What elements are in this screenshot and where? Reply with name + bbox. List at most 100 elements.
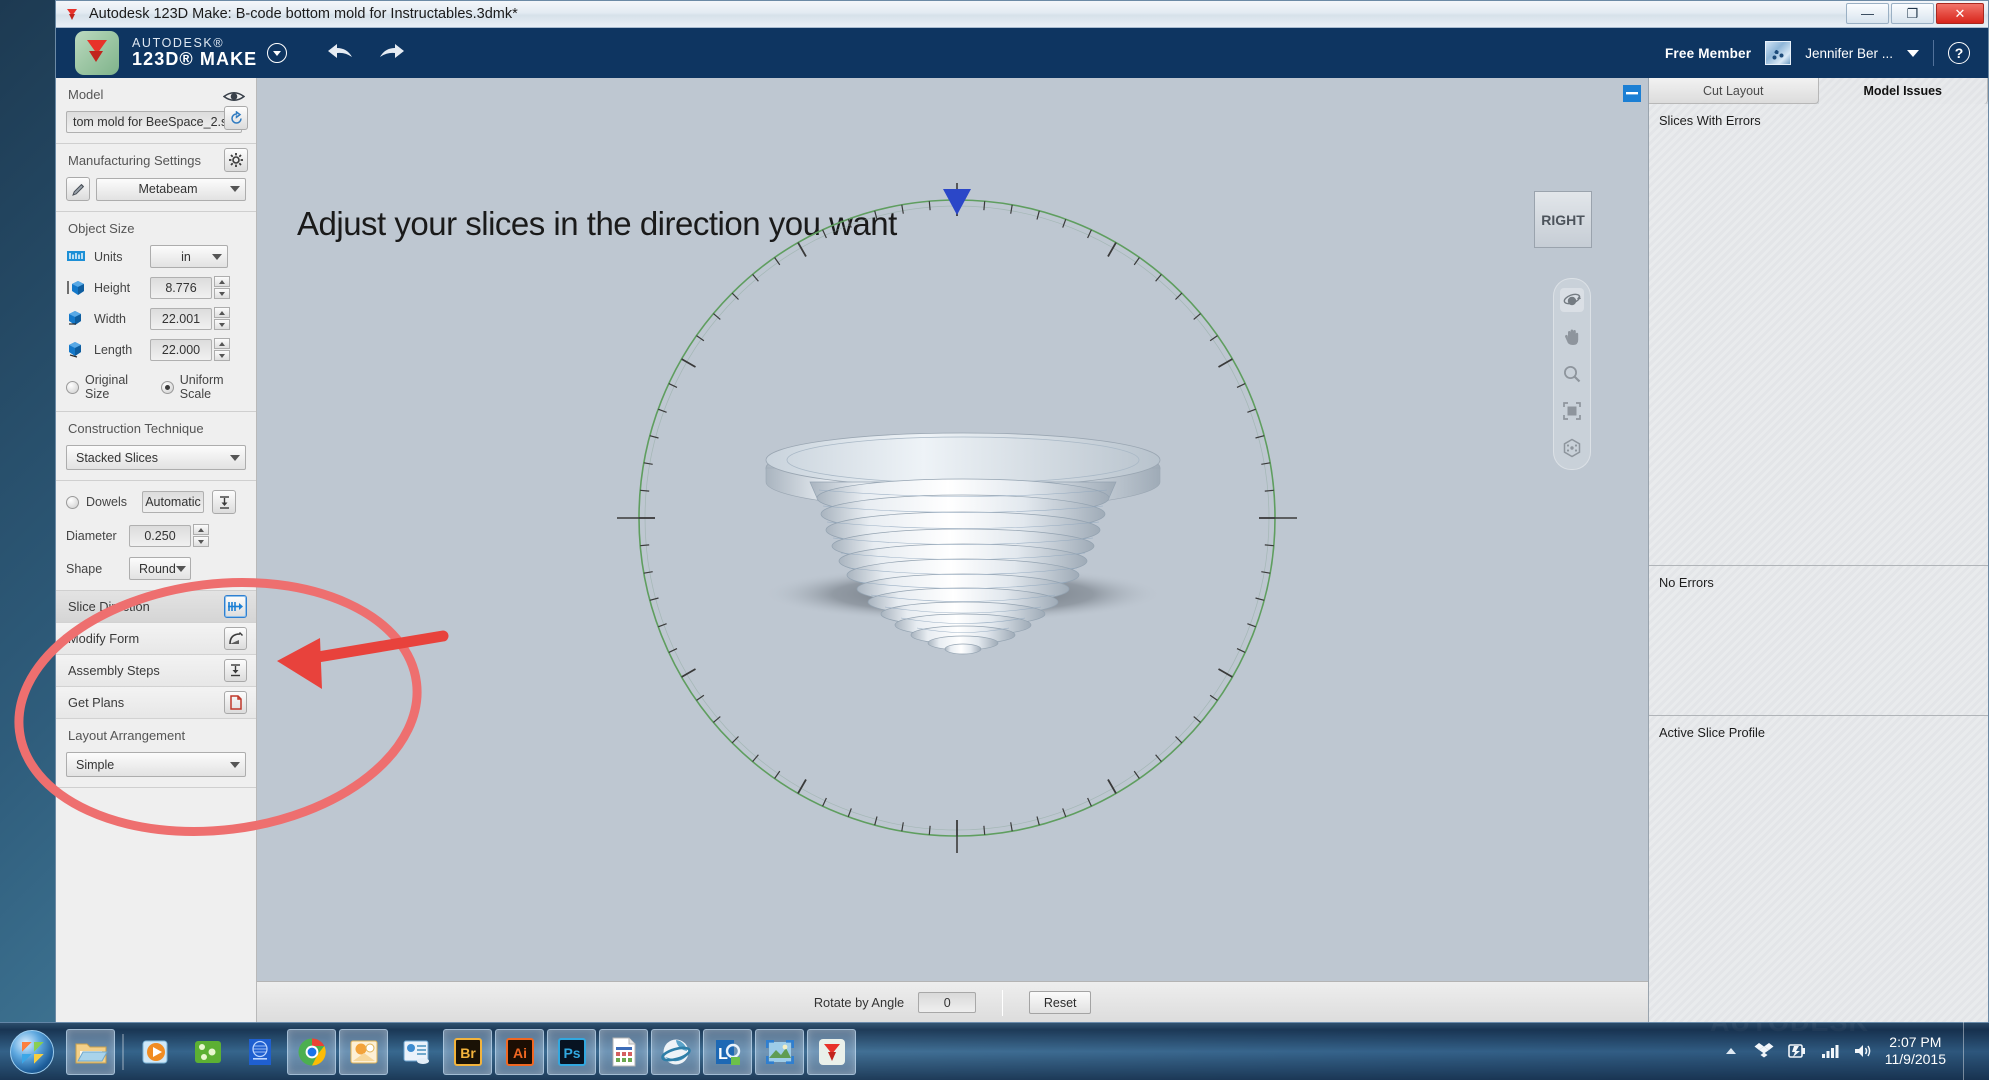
original-size-label: Original Size xyxy=(85,373,129,401)
diameter-label: Diameter xyxy=(66,528,117,543)
network-signal-icon[interactable] xyxy=(1819,1040,1841,1062)
taskbar-microsoft-outlook-icon[interactable] xyxy=(339,1028,388,1075)
system-tray: 2:07 PM 11/9/2015 xyxy=(1720,1022,1989,1080)
close-button[interactable]: ✕ xyxy=(1936,3,1984,24)
length-stepper[interactable] xyxy=(214,338,230,361)
brand-line-2: 123D® MAKE xyxy=(132,49,258,70)
username-label[interactable]: Jennifer Ber ... xyxy=(1805,46,1893,61)
length-decrement[interactable] xyxy=(214,350,230,361)
width-stepper[interactable] xyxy=(214,307,230,330)
taskbar-items: Br Ai Ps L xyxy=(66,1028,856,1075)
chevron-down-icon xyxy=(230,454,240,461)
slice-direction-icon[interactable] xyxy=(224,595,247,618)
taskbar-adobe-photoshop-icon[interactable]: Ps xyxy=(547,1028,596,1075)
diameter-stepper[interactable] xyxy=(193,524,209,547)
help-icon[interactable]: ? xyxy=(1948,42,1970,64)
width-row: Width 22.001 xyxy=(56,307,256,330)
volume-icon[interactable] xyxy=(1852,1040,1874,1062)
diameter-decrement[interactable] xyxy=(193,536,209,547)
battery-icon[interactable] xyxy=(1786,1040,1808,1062)
height-increment[interactable] xyxy=(214,276,230,287)
active-slice-profile-label: Active Slice Profile xyxy=(1659,725,1765,740)
original-size-radio[interactable] xyxy=(66,380,79,394)
account-area: Free Member Jennifer Ber ... ? xyxy=(1665,28,1970,78)
construction-technique-select[interactable]: Stacked Slices xyxy=(66,445,246,470)
account-chevron-down-icon[interactable] xyxy=(1907,49,1919,57)
sidebar-item-modify-form[interactable]: Modify Form xyxy=(56,623,256,655)
tab-model-issues[interactable]: Model Issues xyxy=(1818,78,1988,104)
rotation-angle-input[interactable]: 0 xyxy=(918,992,977,1013)
taskbar-blue-app-icon[interactable] xyxy=(235,1029,284,1075)
clock-time: 2:07 PM xyxy=(1889,1033,1942,1050)
taskbar-microsoft-solitaire-icon[interactable] xyxy=(183,1029,232,1075)
sidebar-item-assembly-steps[interactable]: Assembly Steps xyxy=(56,655,256,687)
taskbar-photo-viewer-icon[interactable] xyxy=(755,1028,804,1075)
tab-cut-layout[interactable]: Cut Layout xyxy=(1649,78,1819,104)
autodesk-123d-make-icon xyxy=(64,6,80,22)
get-plans-icon[interactable] xyxy=(224,691,247,714)
length-field[interactable]: 22.000 xyxy=(150,338,212,361)
active-slice-profile-section: Active Slice Profile xyxy=(1649,716,1988,1023)
dowels-label: Dowels xyxy=(86,495,127,509)
show-hidden-icons-arrow[interactable] xyxy=(1720,1040,1742,1062)
undo-icon[interactable] xyxy=(325,40,355,67)
taskbar-autodesk-123d-make-icon[interactable] xyxy=(807,1028,856,1075)
gear-icon[interactable] xyxy=(224,148,248,172)
viewport-bottom-toolbar: Rotate by Angle 0 Reset xyxy=(257,981,1648,1023)
taskbar-microsoft-lync-icon[interactable]: L xyxy=(703,1028,752,1075)
show-desktop-button[interactable] xyxy=(1963,1022,1975,1080)
svg-text:Ps: Ps xyxy=(563,1045,580,1061)
taskbar-google-chrome-icon[interactable] xyxy=(287,1028,336,1075)
dowels-section: Dowels Automatic Diameter 0.250 Shape Ro… xyxy=(56,481,256,591)
height-stepper[interactable] xyxy=(214,276,230,299)
height-decrement[interactable] xyxy=(214,288,230,299)
taskbar-file-explorer-icon[interactable] xyxy=(66,1028,115,1075)
pencil-icon[interactable] xyxy=(66,177,90,201)
taskbar-internet-explorer-icon[interactable] xyxy=(651,1028,700,1075)
uniform-scale-radio[interactable] xyxy=(160,380,174,394)
dowels-radio[interactable] xyxy=(66,495,79,509)
start-button[interactable] xyxy=(10,1029,54,1074)
eye-icon[interactable] xyxy=(222,84,246,108)
avatar[interactable] xyxy=(1765,41,1792,65)
shape-select[interactable]: Round xyxy=(129,557,191,580)
main-menu-caret-icon[interactable] xyxy=(267,43,288,63)
units-select[interactable]: in xyxy=(150,245,228,268)
3d-viewport[interactable]: Adjust your slices in the direction you … xyxy=(257,78,1648,1023)
model-file-field[interactable]: tom mold for BeeSpace_2.stl xyxy=(66,111,242,133)
layout-arrangement-select[interactable]: Simple xyxy=(66,752,246,777)
length-row: Length 22.000 xyxy=(56,338,256,361)
assembly-steps-label: Assembly Steps xyxy=(68,663,160,678)
dowels-row: Dowels Automatic xyxy=(56,490,256,514)
maximize-button[interactable]: ❐ xyxy=(1891,3,1934,24)
redo-icon[interactable] xyxy=(377,40,407,67)
sidebar-item-get-plans[interactable]: Get Plans xyxy=(56,687,256,719)
taskbar-adobe-bridge-icon[interactable]: Br xyxy=(443,1028,492,1075)
window-controls: — ❐ ✕ xyxy=(1846,3,1984,24)
object-size-section: Object Size Units in Height 8.776 Width … xyxy=(56,212,256,412)
sidebar-item-slice-direction[interactable]: Slice Direction xyxy=(56,591,256,623)
height-field[interactable]: 8.776 xyxy=(150,276,212,299)
taskbar-separator xyxy=(122,1033,124,1070)
taskbar-document-icon[interactable] xyxy=(599,1028,648,1075)
taskbar-powerpoint-icon[interactable] xyxy=(391,1029,440,1075)
modify-form-icon[interactable] xyxy=(224,627,247,650)
width-field[interactable]: 22.001 xyxy=(150,307,212,330)
width-increment[interactable] xyxy=(214,307,230,318)
reset-button[interactable]: Reset xyxy=(1029,991,1092,1014)
dowels-settings-icon[interactable] xyxy=(212,490,236,514)
width-decrement[interactable] xyxy=(214,319,230,330)
diameter-field[interactable]: 0.250 xyxy=(129,524,191,547)
assembly-steps-icon[interactable] xyxy=(224,659,247,682)
dowels-mode-field[interactable]: Automatic xyxy=(142,491,204,513)
clock[interactable]: 2:07 PM 11/9/2015 xyxy=(1885,1034,1946,1069)
taskbar-windows-media-player-icon[interactable] xyxy=(131,1029,180,1075)
length-increment[interactable] xyxy=(214,338,230,349)
diameter-increment[interactable] xyxy=(193,524,209,535)
dropbox-icon[interactable] xyxy=(1753,1040,1775,1062)
material-select[interactable]: Metabeam xyxy=(96,177,246,201)
minimize-button[interactable]: — xyxy=(1846,3,1889,24)
refresh-icon[interactable] xyxy=(224,106,248,130)
taskbar-adobe-illustrator-icon[interactable]: Ai xyxy=(495,1028,544,1075)
model-scene[interactable] xyxy=(257,78,1648,981)
